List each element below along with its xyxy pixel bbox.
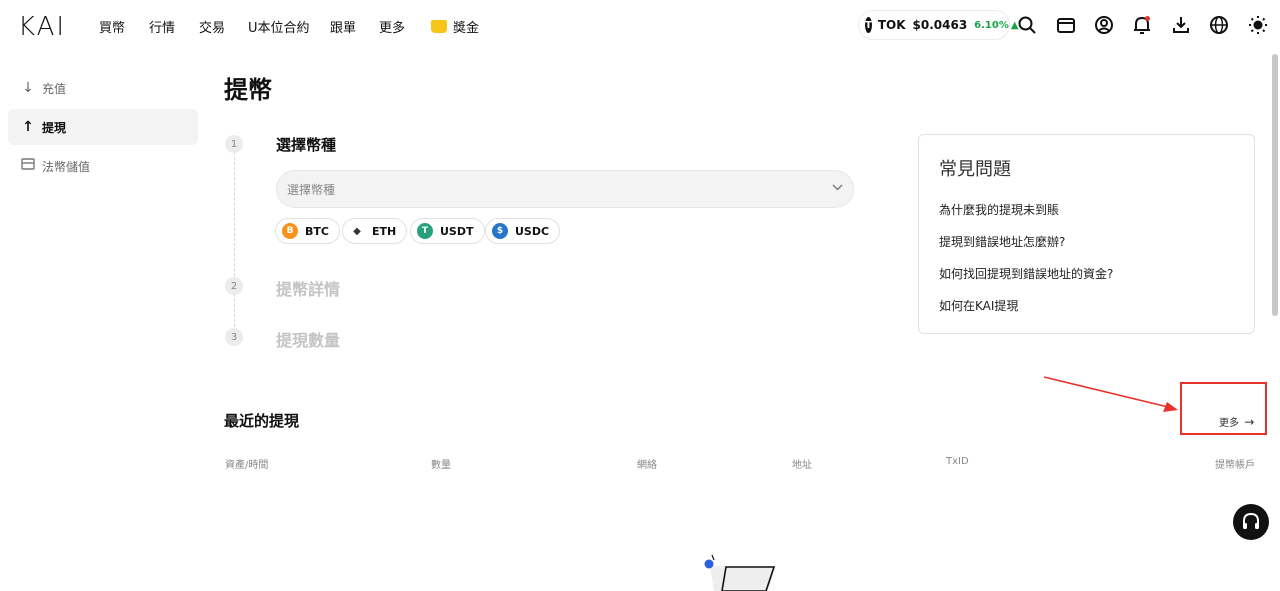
page-title: 提幣: [224, 76, 272, 104]
nav-more[interactable]: 更多: [379, 17, 405, 36]
nav-buy-crypto[interactable]: 買幣: [99, 17, 125, 36]
support-chat-button[interactable]: [1233, 504, 1269, 540]
step-title-select-coin: 選擇幣種: [276, 136, 337, 154]
wallet-icon[interactable]: [1056, 15, 1076, 35]
price-ticker[interactable]: T TOK $0.0463 6.10% ▲: [858, 10, 1019, 40]
btc-icon: B: [282, 223, 298, 239]
notification-bell-icon[interactable]: [1132, 15, 1152, 35]
arrow-up-icon: ↑: [22, 119, 34, 135]
column-header-address: 地址: [792, 460, 812, 471]
steps-connector: [234, 152, 235, 332]
chevron-down-icon: [832, 181, 843, 194]
column-header-amount: 數量: [431, 460, 451, 471]
eth-icon: ◆: [349, 223, 365, 239]
faq-link[interactable]: 為什麼我的提現未到賬: [939, 201, 1059, 218]
ticker-price: $0.0463: [912, 18, 968, 32]
coin-select-dropdown[interactable]: 選擇幣種: [276, 170, 854, 208]
theme-sun-icon[interactable]: [1248, 15, 1268, 35]
coin-chip-btc[interactable]: B BTC: [275, 218, 340, 244]
page-scrollbar[interactable]: [1272, 54, 1278, 316]
sidebar-item-label: 提現: [42, 120, 67, 135]
step-number: 3: [225, 328, 243, 346]
column-header-network: 網絡: [637, 460, 657, 471]
step-title-withdraw-amount: 提現數量: [276, 331, 341, 350]
usdc-icon: $: [492, 223, 508, 239]
coin-chip-usdc[interactable]: $ USDC: [485, 218, 561, 244]
sidebar-item-withdraw[interactable]: ↑ 提現: [8, 109, 198, 145]
search-icon[interactable]: [1017, 15, 1037, 35]
empty-state-illustration: [704, 554, 776, 591]
step-title-withdraw-details: 提幣詳情: [276, 280, 341, 299]
faq-panel: 常見問題 為什麼我的提現未到賬 提現到錯誤地址怎麼辦? 如何找回提現到錯誤地址的…: [918, 134, 1255, 334]
arrow-down-icon: ↓: [22, 80, 34, 96]
coin-chip-eth[interactable]: ◆ ETH: [342, 218, 408, 244]
recent-withdrawals-title: 最近的提現: [224, 412, 300, 430]
nav-rewards-label: 獎金: [453, 21, 480, 36]
nav-markets[interactable]: 行情: [149, 17, 175, 36]
faq-link[interactable]: 提現到錯誤地址怎麼辦?: [939, 233, 1065, 250]
faq-title: 常見問題: [939, 159, 1011, 180]
nav-trade[interactable]: 交易: [199, 17, 225, 36]
download-icon[interactable]: [1171, 15, 1191, 35]
annotation-highlight-box: [1180, 382, 1267, 435]
sidebar-item-label: 法幣儲值: [42, 159, 91, 174]
column-header-asset-time: 資產/時間: [225, 460, 269, 471]
faq-link[interactable]: 如何找回提現到錯誤地址的資金?: [939, 265, 1113, 282]
headset-icon: [1243, 512, 1259, 529]
nav-usdm-futures[interactable]: U本位合約: [248, 17, 310, 36]
column-header-txid: TxID: [946, 456, 969, 467]
kai-logo[interactable]: KAI: [18, 12, 66, 42]
top-header: KAI 買幣 行情 交易 U本位合約 跟單 更多 獎金 T TOK $0.046…: [0, 0, 1280, 50]
crown-icon: [431, 20, 447, 33]
ticker-change: 6.10%: [974, 19, 1009, 31]
user-account-icon[interactable]: [1094, 15, 1114, 35]
coin-chip-label: USDC: [515, 224, 550, 238]
step-number: 2: [225, 277, 243, 295]
column-header-withdraw-account: 提幣帳戶: [1215, 460, 1255, 471]
usdt-icon: T: [417, 223, 433, 239]
sidebar-item-label: 充值: [42, 81, 67, 96]
ticker-symbol: TOK: [877, 18, 906, 32]
tok-coin-icon: T: [865, 17, 872, 33]
sidebar-item-deposit[interactable]: ↓ 充值: [8, 70, 198, 106]
language-globe-icon[interactable]: [1209, 15, 1229, 35]
coin-select-placeholder: 選擇幣種: [287, 182, 336, 197]
card-icon: [20, 158, 36, 174]
coin-chip-usdt[interactable]: T USDT: [410, 218, 485, 244]
coin-chip-label: BTC: [305, 224, 329, 238]
step-number: 1: [225, 135, 243, 153]
coin-chip-label: ETH: [372, 224, 397, 238]
sidebar-item-fiat-deposit[interactable]: 法幣儲值: [8, 148, 198, 184]
nav-rewards[interactable]: 獎金: [431, 17, 479, 36]
coin-chip-label: USDT: [440, 224, 474, 238]
faq-link[interactable]: 如何在KAI提現: [939, 297, 1018, 314]
annotation-arrow-icon: [1043, 376, 1178, 412]
nav-copy-trading[interactable]: 跟單: [330, 17, 356, 36]
